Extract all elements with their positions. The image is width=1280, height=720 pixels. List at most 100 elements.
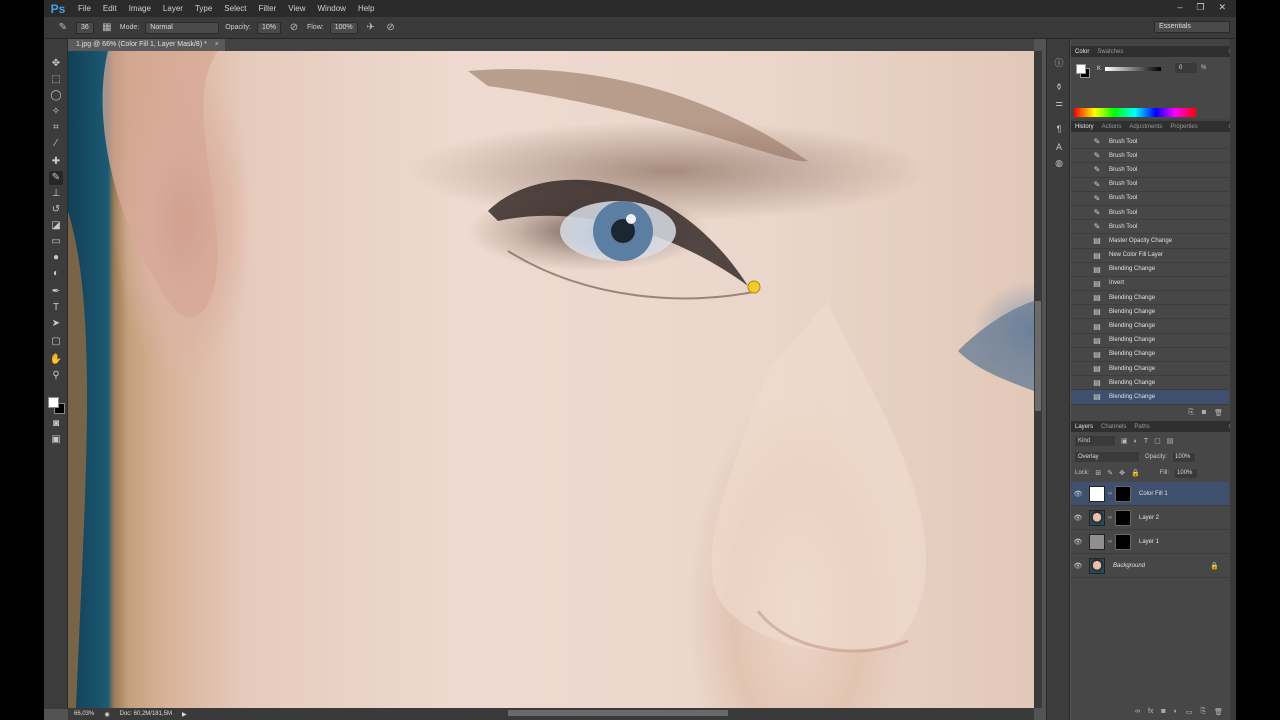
history-brush-tool-icon[interactable]: ↺ bbox=[49, 203, 63, 217]
dodge-tool-icon[interactable]: ◐ bbox=[49, 267, 63, 281]
eyedropper-tool-icon[interactable]: ⁄ bbox=[49, 137, 63, 151]
type-tool-icon[interactable]: T bbox=[49, 301, 63, 315]
menu-image[interactable]: Image bbox=[123, 4, 157, 13]
vertical-scroll-thumb[interactable] bbox=[1035, 301, 1041, 411]
color-panel-foreground-swatch[interactable] bbox=[1076, 64, 1086, 74]
brush-tool-icon[interactable]: ✎ bbox=[49, 171, 63, 185]
foreground-color-swatch[interactable] bbox=[48, 397, 59, 408]
history-source-checkbox[interactable] bbox=[1075, 307, 1085, 317]
layer-thumbnail[interactable] bbox=[1089, 557, 1105, 574]
layer-visibility-eye-icon[interactable]: 👁 bbox=[1071, 490, 1085, 498]
history-source-checkbox[interactable] bbox=[1075, 208, 1085, 218]
history-item[interactable]: ▤ Blending Change bbox=[1071, 263, 1229, 277]
history-item[interactable]: ✎ Brush Tool bbox=[1071, 149, 1229, 164]
layer-thumbnail[interactable] bbox=[1089, 485, 1105, 502]
brush-panel-toggle-icon[interactable]: ▦ bbox=[100, 21, 114, 35]
history-source-checkbox[interactable] bbox=[1075, 335, 1085, 345]
menu-layer[interactable]: Layer bbox=[157, 4, 189, 13]
marquee-tool-icon[interactable]: ⬚ bbox=[49, 73, 63, 87]
status-info-icon[interactable]: ◉ bbox=[104, 711, 109, 718]
history-item[interactable]: ▤ Blending Change bbox=[1071, 291, 1229, 306]
layer-kind-filter[interactable]: Kind bbox=[1075, 436, 1115, 446]
new-adjustment-icon[interactable]: ◐ bbox=[1174, 708, 1178, 718]
history-source-checkbox[interactable] bbox=[1075, 137, 1085, 147]
menu-window[interactable]: Window bbox=[312, 4, 352, 13]
flow-field[interactable]: 100% bbox=[329, 21, 358, 34]
history-source-checkbox[interactable] bbox=[1075, 165, 1085, 175]
brush-size-picker[interactable]: 36 bbox=[76, 21, 94, 34]
layer-visibility-eye-icon[interactable]: 👁 bbox=[1071, 514, 1085, 522]
lock-position-icon[interactable]: ✥ bbox=[1119, 469, 1125, 477]
history-source-checkbox[interactable] bbox=[1075, 264, 1085, 274]
menu-filter[interactable]: Filter bbox=[253, 4, 283, 13]
history-item[interactable]: ✎ Brush Tool bbox=[1071, 192, 1229, 206]
shape-tool-icon[interactable]: ▢ bbox=[49, 335, 63, 349]
zoom-tool-icon[interactable]: ⚲ bbox=[49, 369, 63, 383]
menu-help[interactable]: Help bbox=[352, 4, 380, 13]
clone-stamp-tool-icon[interactable]: ⊥ bbox=[49, 187, 63, 201]
history-item[interactable]: ✎ Brush Tool bbox=[1071, 135, 1229, 150]
history-source-checkbox[interactable] bbox=[1075, 222, 1085, 232]
layer-thumbnail[interactable] bbox=[1089, 533, 1105, 550]
paragraph-icon[interactable]: ¶ bbox=[1053, 123, 1065, 135]
tab-history[interactable]: History bbox=[1075, 124, 1094, 130]
mask-link-icon[interactable]: ∞ bbox=[1107, 491, 1113, 497]
history-source-checkbox[interactable] bbox=[1075, 293, 1085, 303]
minimize-button[interactable]: – bbox=[1177, 2, 1182, 13]
delete-state-icon[interactable]: 🗑 bbox=[1214, 409, 1223, 419]
lock-image-icon[interactable]: ✎ bbox=[1107, 469, 1113, 477]
filter-pixel-icon[interactable]: ▣ bbox=[1121, 437, 1128, 445]
k-channel-value[interactable]: 0 bbox=[1175, 63, 1197, 73]
layer-name[interactable]: Color Fill 1 bbox=[1139, 491, 1168, 497]
history-item[interactable]: ▤ Blending Change bbox=[1071, 348, 1229, 362]
mask-link-icon[interactable]: ∞ bbox=[1107, 515, 1113, 521]
layer-name[interactable]: Background bbox=[1113, 563, 1145, 569]
layer-visibility-eye-icon[interactable]: 👁 bbox=[1071, 562, 1085, 570]
styles-icon[interactable]: ◍ bbox=[1053, 157, 1065, 169]
zoom-level[interactable]: 66,03% bbox=[74, 711, 94, 717]
layer-row[interactable]: 👁 Background 🔒 bbox=[1071, 554, 1229, 578]
history-source-checkbox[interactable] bbox=[1075, 321, 1085, 331]
history-source-checkbox[interactable] bbox=[1075, 179, 1085, 189]
layer-mask-thumbnail[interactable] bbox=[1115, 509, 1131, 526]
tab-color[interactable]: Color bbox=[1075, 49, 1089, 55]
mask-link-icon[interactable]: ∞ bbox=[1107, 539, 1113, 545]
history-source-checkbox[interactable] bbox=[1075, 364, 1085, 374]
tab-swatches[interactable]: Swatches bbox=[1097, 49, 1123, 55]
fill-field[interactable]: 100% bbox=[1175, 468, 1198, 478]
history-source-checkbox[interactable] bbox=[1075, 392, 1085, 402]
menu-select[interactable]: Select bbox=[218, 4, 252, 13]
document-canvas[interactable] bbox=[68, 51, 1034, 708]
history-item[interactable]: ✎ Brush Tool bbox=[1071, 163, 1229, 178]
delete-layer-icon[interactable]: 🗑 bbox=[1214, 708, 1223, 718]
history-item[interactable]: ✎ Brush Tool bbox=[1071, 220, 1229, 235]
status-menu-arrow-icon[interactable]: ▶ bbox=[182, 711, 187, 718]
hand-tool-icon[interactable]: ✋ bbox=[49, 353, 63, 367]
filter-adjustment-icon[interactable]: ◐ bbox=[1134, 438, 1138, 445]
history-source-checkbox[interactable] bbox=[1075, 378, 1085, 388]
layer-visibility-eye-icon[interactable]: 👁 bbox=[1071, 538, 1085, 546]
workspace-select[interactable]: Essentials bbox=[1154, 21, 1230, 33]
info-icon[interactable]: ⓘ bbox=[1053, 57, 1065, 69]
quick-select-tool-icon[interactable]: ✧ bbox=[49, 105, 63, 119]
new-layer-icon[interactable]: ⎘ bbox=[1201, 708, 1207, 718]
history-source-checkbox[interactable] bbox=[1075, 250, 1085, 260]
layer-row[interactable]: 👁 ∞ Layer 2 bbox=[1071, 506, 1229, 530]
screen-mode-icon[interactable]: ▣ bbox=[49, 433, 63, 447]
menu-file[interactable]: File bbox=[72, 4, 97, 13]
history-item[interactable]: ▤ Blending Change bbox=[1071, 362, 1229, 377]
history-source-checkbox[interactable] bbox=[1075, 349, 1085, 359]
layer-name[interactable]: Layer 1 bbox=[1139, 539, 1159, 545]
layer-row[interactable]: 👁 ∞ Color Fill 1 bbox=[1071, 482, 1229, 506]
filter-shape-icon[interactable]: ▢ bbox=[1154, 437, 1161, 445]
history-item[interactable]: ▤ Blending Change bbox=[1071, 305, 1229, 320]
layer-thumbnail[interactable] bbox=[1089, 509, 1105, 526]
history-source-checkbox[interactable] bbox=[1075, 236, 1085, 246]
tab-adjustments[interactable]: Adjustments bbox=[1129, 124, 1162, 130]
document-tab-close-icon[interactable]: × bbox=[215, 41, 219, 48]
layer-mask-thumbnail[interactable] bbox=[1115, 485, 1131, 502]
color-spectrum-bar[interactable] bbox=[1074, 108, 1196, 117]
history-item[interactable]: ▤ Blending Change bbox=[1071, 376, 1229, 391]
layer-mask-thumbnail[interactable] bbox=[1115, 533, 1131, 550]
history-item[interactable]: ▤ New Color Fill Layer bbox=[1071, 249, 1229, 263]
